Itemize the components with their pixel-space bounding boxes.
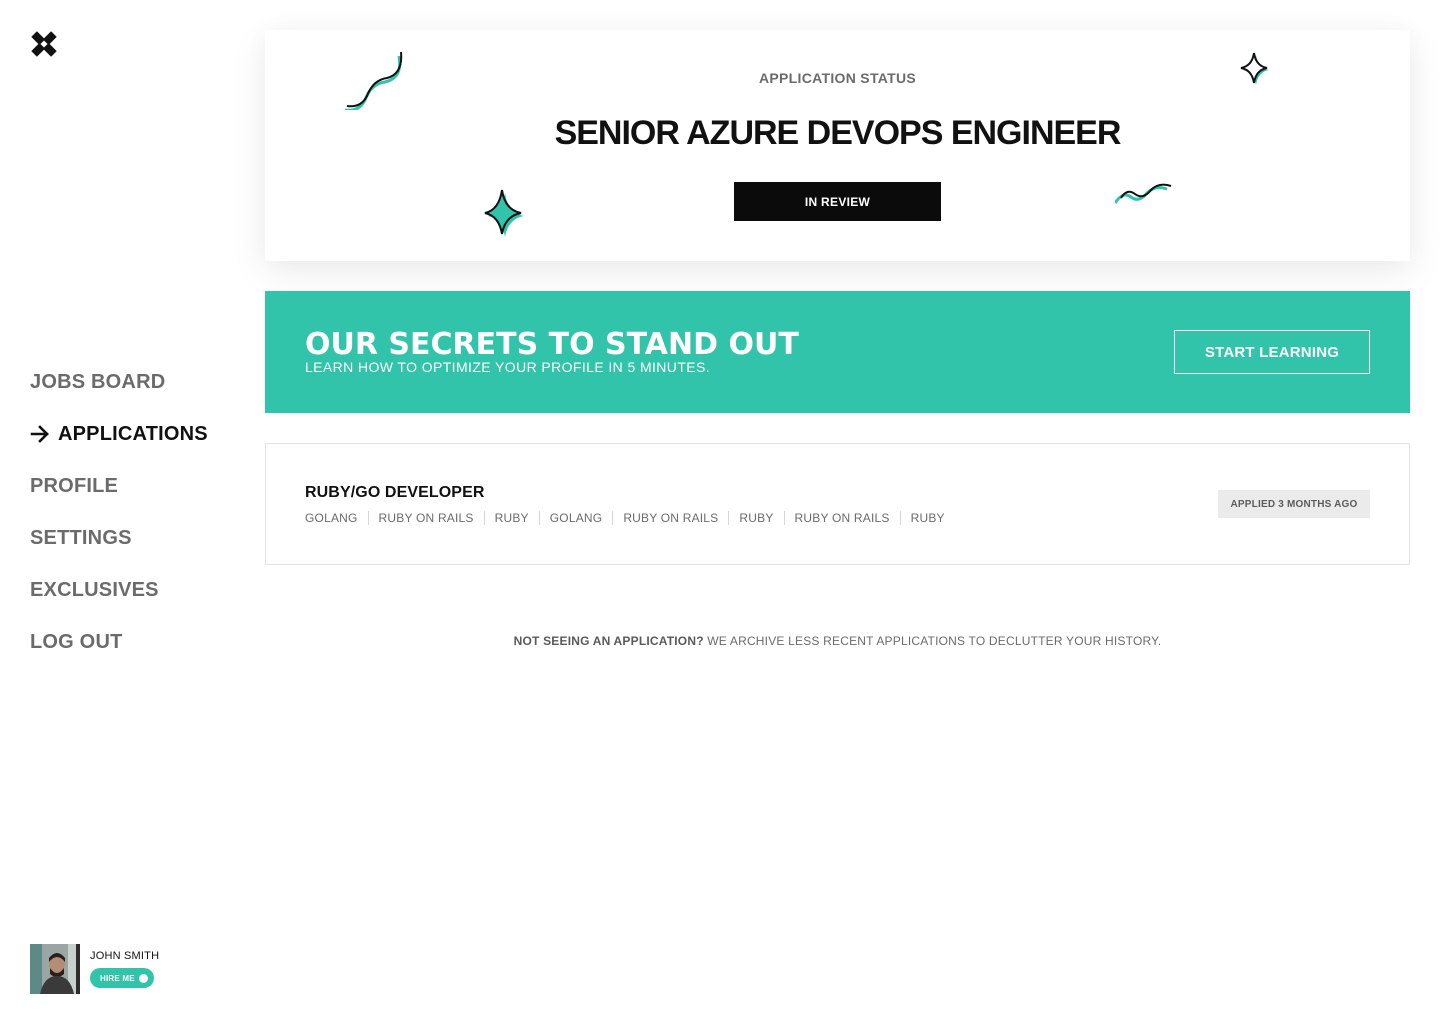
status-badge: IN REVIEW (734, 182, 941, 221)
sidebar-item-profile[interactable]: PROFILE (30, 472, 240, 500)
archive-note: NOT SEEING AN APPLICATION? WE ARCHIVE LE… (265, 634, 1410, 648)
hire-me-label: HIRE ME (100, 973, 135, 983)
hire-me-toggle[interactable]: HIRE ME (90, 968, 154, 988)
user-profile: JOHN SMITH HIRE ME (30, 944, 159, 994)
skill-tag: GOLANG (538, 511, 613, 525)
sidebar-item-label: PROFILE (30, 474, 119, 497)
status-label: APPLICATION STATUS (758, 70, 917, 86)
promo-subtitle: LEARN HOW TO OPTIMIZE YOUR PROFILE IN 5 … (305, 359, 711, 375)
sidebar-item-settings[interactable]: SETTINGS (30, 524, 240, 552)
skill-tag: RUBY ON RAILS (612, 511, 728, 525)
sidebar-item-label: EXCLUSIVES (30, 578, 159, 601)
sparkle-large-icon (484, 189, 524, 237)
sidebar-item-log-out[interactable]: LOG OUT (30, 628, 240, 656)
application-status-card: APPLICATION STATUS SENIOR AZURE DEVOPS E… (265, 30, 1410, 261)
application-card[interactable]: RUBY/GO DEVELOPER GOLANG RUBY ON RAILS R… (265, 443, 1410, 565)
sidebar-item-jobs-board[interactable]: JOBS BOARD (30, 368, 240, 396)
promo-banner: OUR SECRETS TO STAND OUT LEARN HOW TO OP… (265, 291, 1410, 413)
x-logo-icon[interactable] (30, 30, 58, 58)
skill-tags: GOLANG RUBY ON RAILS RUBY GOLANG RUBY ON… (305, 511, 955, 525)
sidebar-item-applications[interactable]: APPLICATIONS (30, 420, 240, 448)
skill-tag: RUBY ON RAILS (783, 511, 900, 525)
skill-tag: RUBY (483, 511, 539, 525)
applied-date-badge: APPLIED 3 MONTHS AGO (1218, 490, 1370, 518)
promo-title: OUR SECRETS TO STAND OUT (305, 327, 799, 362)
job-title: SENIOR AZURE DEVOPS ENGINEER (554, 114, 1122, 152)
arrow-right-icon (30, 425, 49, 443)
skill-tag: RUBY (899, 511, 955, 525)
sidebar-item-label: APPLICATIONS (58, 422, 208, 445)
user-name: JOHN SMITH (90, 950, 160, 962)
sidebar-item-label: LOG OUT (30, 630, 123, 653)
skill-tag: RUBY ON RAILS (367, 511, 484, 525)
avatar[interactable] (30, 944, 80, 994)
archive-note-bold: NOT SEEING AN APPLICATION? (513, 634, 704, 648)
archive-note-text: WE ARCHIVE LESS RECENT APPLICATIONS TO D… (703, 634, 1162, 648)
sidebar-item-label: SETTINGS (30, 526, 132, 549)
toggle-knob (139, 973, 148, 983)
sidebar-nav: JOBS BOARD APPLICATIONS PROFILE SETTINGS… (30, 368, 240, 680)
wave-decoration-icon (1115, 183, 1172, 204)
sidebar-item-exclusives[interactable]: EXCLUSIVES (30, 576, 240, 604)
start-learning-button[interactable]: START LEARNING (1174, 330, 1370, 374)
skill-tag: GOLANG (305, 511, 358, 525)
skill-tag: RUBY (728, 511, 783, 525)
sidebar-item-label: JOBS BOARD (30, 370, 166, 393)
application-title: RUBY/GO DEVELOPER (305, 484, 485, 501)
